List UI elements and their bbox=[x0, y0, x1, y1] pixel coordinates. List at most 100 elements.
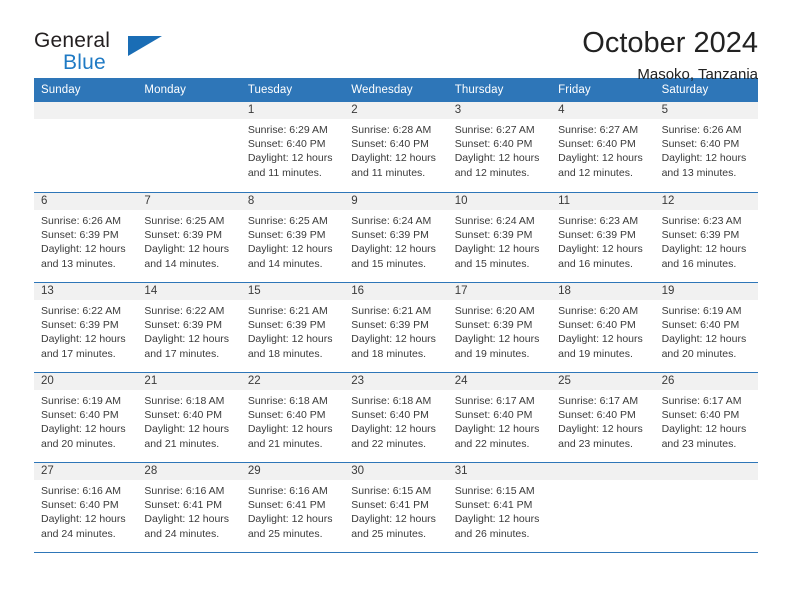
day-number: 10 bbox=[447, 193, 552, 210]
day-cell[interactable]: 28 Sunrise: 6:16 AM Sunset: 6:41 PM Dayli… bbox=[137, 463, 241, 552]
day-cell[interactable]: 7 Sunrise: 6:25 AM Sunset: 6:39 PM Daylig… bbox=[137, 193, 241, 282]
day-number: 22 bbox=[240, 373, 345, 390]
day-sun-info: Sunrise: 6:16 AM Sunset: 6:40 PM Dayligh… bbox=[41, 485, 126, 540]
day-cell[interactable]: 23 Sunrise: 6:18 AM Sunset: 6:40 PM Dayli… bbox=[344, 373, 448, 462]
day-sun-info: Sunrise: 6:17 AM Sunset: 6:40 PM Dayligh… bbox=[454, 395, 540, 450]
day-cell[interactable]: 30 Sunrise: 6:15 AM Sunset: 6:41 PM Dayli… bbox=[344, 463, 448, 552]
calendar-page: General Blue October 2024 Masoko, Tanzan… bbox=[0, 0, 792, 612]
day-number: 28 bbox=[137, 463, 241, 480]
weekday-header-saturday: Saturday bbox=[661, 84, 709, 96]
day-number: 29 bbox=[240, 463, 345, 480]
calendar-bottom-border bbox=[34, 552, 758, 553]
day-number: 1 bbox=[240, 102, 345, 119]
triangle-icon bbox=[128, 36, 162, 56]
day-cell[interactable]: 12 Sunrise: 6:23 AM Sunset: 6:39 PM Dayli… bbox=[654, 193, 758, 282]
day-cell[interactable]: 21 Sunrise: 6:18 AM Sunset: 6:40 PM Dayli… bbox=[137, 373, 241, 462]
weekday-header-thursday: Thursday bbox=[454, 84, 504, 96]
day-cell[interactable]: 29 Sunrise: 6:16 AM Sunset: 6:41 PM Dayli… bbox=[240, 463, 345, 552]
day-cell[interactable]: 6 Sunrise: 6:26 AM Sunset: 6:39 PM Daylig… bbox=[34, 193, 138, 282]
day-number: 21 bbox=[137, 373, 241, 390]
day-cell[interactable]: 9 Sunrise: 6:24 AM Sunset: 6:39 PM Daylig… bbox=[344, 193, 448, 282]
day-number: 31 bbox=[447, 463, 552, 480]
day-number: 16 bbox=[344, 283, 448, 300]
weekday-header-wednesday: Wednesday bbox=[351, 84, 413, 96]
day-cell[interactable]: 31 Sunrise: 6:15 AM Sunset: 6:41 PM Dayli… bbox=[447, 463, 552, 552]
day-number bbox=[551, 463, 655, 480]
weekday-header-monday: Monday bbox=[144, 84, 186, 96]
day-cell[interactable]: 25 Sunrise: 6:17 AM Sunset: 6:40 PM Dayli… bbox=[551, 373, 655, 462]
day-cell[interactable]: 10 Sunrise: 6:24 AM Sunset: 6:39 PM Dayli… bbox=[447, 193, 552, 282]
weekday-header-row: Sunday Monday Tuesday Wednesday Thursday Frid… bbox=[34, 78, 758, 102]
day-cell[interactable]: 19 Sunrise: 6:19 AM Sunset: 6:40 PM Dayli… bbox=[654, 283, 758, 372]
day-cell[interactable]: 14 Sunrise: 6:22 AM Sunset: 6:39 PM Dayli… bbox=[137, 283, 241, 372]
day-sun-info: Sunrise: 6:20 AM Sunset: 6:40 PM Dayligh… bbox=[558, 305, 643, 360]
weekday-header-sunday: Sunday bbox=[41, 84, 81, 96]
day-cell[interactable]: 11 Sunrise: 6:23 AM Sunset: 6:39 PM Dayli… bbox=[551, 193, 655, 282]
day-number: 25 bbox=[551, 373, 655, 390]
day-cell-empty bbox=[137, 102, 241, 192]
day-number bbox=[34, 102, 138, 119]
day-number: 11 bbox=[551, 193, 655, 210]
page-title: October 2024 bbox=[582, 27, 758, 59]
day-cell-empty bbox=[34, 102, 138, 192]
day-sun-info: Sunrise: 6:25 AM Sunset: 6:39 PM Dayligh… bbox=[144, 215, 230, 270]
day-number: 30 bbox=[344, 463, 448, 480]
day-sun-info: Sunrise: 6:22 AM Sunset: 6:39 PM Dayligh… bbox=[144, 305, 230, 360]
day-sun-info: Sunrise: 6:15 AM Sunset: 6:41 PM Dayligh… bbox=[454, 485, 540, 540]
day-number: 14 bbox=[137, 283, 241, 300]
day-cell[interactable]: 15 Sunrise: 6:21 AM Sunset: 6:39 PM Dayli… bbox=[240, 283, 345, 372]
day-cell[interactable]: 26 Sunrise: 6:17 AM Sunset: 6:40 PM Dayli… bbox=[654, 373, 758, 462]
day-sun-info: Sunrise: 6:24 AM Sunset: 6:39 PM Dayligh… bbox=[454, 215, 540, 270]
day-number: 3 bbox=[447, 102, 552, 119]
day-sun-info bbox=[137, 119, 240, 123]
weekday-header-friday: Friday bbox=[558, 84, 591, 96]
calendar-weeks: 1 Sunrise: 6:29 AM Sunset: 6:40 PM Daylig… bbox=[34, 102, 758, 552]
day-sun-info: Sunrise: 6:18 AM Sunset: 6:40 PM Dayligh… bbox=[144, 395, 230, 450]
day-number: 27 bbox=[34, 463, 138, 480]
day-number: 7 bbox=[137, 193, 241, 210]
logo-text-blue: Blue bbox=[63, 51, 106, 74]
calendar-week-row: 27 Sunrise: 6:16 AM Sunset: 6:40 PM Dayli… bbox=[34, 462, 758, 552]
day-number: 26 bbox=[654, 373, 758, 390]
day-number: 9 bbox=[344, 193, 448, 210]
day-number: 8 bbox=[240, 193, 345, 210]
day-sun-info: Sunrise: 6:21 AM Sunset: 6:39 PM Dayligh… bbox=[351, 305, 436, 360]
day-number bbox=[654, 463, 758, 480]
title-block: October 2024 Masoko, Tanzania bbox=[582, 27, 758, 84]
day-sun-info: Sunrise: 6:17 AM Sunset: 6:40 PM Dayligh… bbox=[558, 395, 643, 450]
calendar-week-row: 13 Sunrise: 6:22 AM Sunset: 6:39 PM Dayli… bbox=[34, 282, 758, 372]
day-sun-info: Sunrise: 6:22 AM Sunset: 6:39 PM Dayligh… bbox=[41, 305, 126, 360]
day-cell[interactable]: 2 Sunrise: 6:28 AM Sunset: 6:40 PM Daylig… bbox=[344, 102, 448, 192]
day-sun-info: Sunrise: 6:24 AM Sunset: 6:39 PM Dayligh… bbox=[351, 215, 436, 270]
general-blue-logo[interactable]: General Blue bbox=[34, 28, 164, 80]
calendar-week-row: 6 Sunrise: 6:26 AM Sunset: 6:39 PM Daylig… bbox=[34, 192, 758, 282]
day-cell[interactable]: 22 Sunrise: 6:18 AM Sunset: 6:40 PM Dayli… bbox=[240, 373, 345, 462]
day-cell[interactable]: 18 Sunrise: 6:20 AM Sunset: 6:40 PM Dayli… bbox=[551, 283, 655, 372]
day-sun-info bbox=[551, 480, 654, 484]
day-sun-info: Sunrise: 6:16 AM Sunset: 6:41 PM Dayligh… bbox=[144, 485, 230, 540]
day-sun-info bbox=[34, 119, 137, 123]
day-number: 15 bbox=[240, 283, 345, 300]
day-number: 12 bbox=[654, 193, 758, 210]
day-cell[interactable]: 24 Sunrise: 6:17 AM Sunset: 6:40 PM Dayli… bbox=[447, 373, 552, 462]
day-number: 5 bbox=[654, 102, 758, 119]
day-cell[interactable]: 17 Sunrise: 6:20 AM Sunset: 6:39 PM Dayli… bbox=[447, 283, 552, 372]
day-cell[interactable]: 4 Sunrise: 6:27 AM Sunset: 6:40 PM Daylig… bbox=[551, 102, 655, 192]
day-cell[interactable]: 1 Sunrise: 6:29 AM Sunset: 6:40 PM Daylig… bbox=[240, 102, 345, 192]
day-cell[interactable]: 27 Sunrise: 6:16 AM Sunset: 6:40 PM Dayli… bbox=[34, 463, 138, 552]
day-cell[interactable]: 5 Sunrise: 6:26 AM Sunset: 6:40 PM Daylig… bbox=[654, 102, 758, 192]
day-number bbox=[137, 102, 241, 119]
day-sun-info: Sunrise: 6:29 AM Sunset: 6:40 PM Dayligh… bbox=[247, 124, 333, 179]
day-cell[interactable]: 16 Sunrise: 6:21 AM Sunset: 6:39 PM Dayli… bbox=[344, 283, 448, 372]
day-number: 23 bbox=[344, 373, 448, 390]
day-cell[interactable]: 20 Sunrise: 6:19 AM Sunset: 6:40 PM Dayli… bbox=[34, 373, 138, 462]
day-sun-info: Sunrise: 6:15 AM Sunset: 6:41 PM Dayligh… bbox=[351, 485, 436, 540]
day-sun-info: Sunrise: 6:23 AM Sunset: 6:39 PM Dayligh… bbox=[661, 215, 747, 270]
day-cell[interactable]: 3 Sunrise: 6:27 AM Sunset: 6:40 PM Daylig… bbox=[447, 102, 552, 192]
day-number: 19 bbox=[654, 283, 758, 300]
day-cell[interactable]: 13 Sunrise: 6:22 AM Sunset: 6:39 PM Dayli… bbox=[34, 283, 138, 372]
day-cell-empty bbox=[654, 463, 758, 552]
day-sun-info: Sunrise: 6:27 AM Sunset: 6:40 PM Dayligh… bbox=[558, 124, 643, 179]
day-cell[interactable]: 8 Sunrise: 6:25 AM Sunset: 6:39 PM Daylig… bbox=[240, 193, 345, 282]
day-sun-info: Sunrise: 6:16 AM Sunset: 6:41 PM Dayligh… bbox=[247, 485, 333, 540]
